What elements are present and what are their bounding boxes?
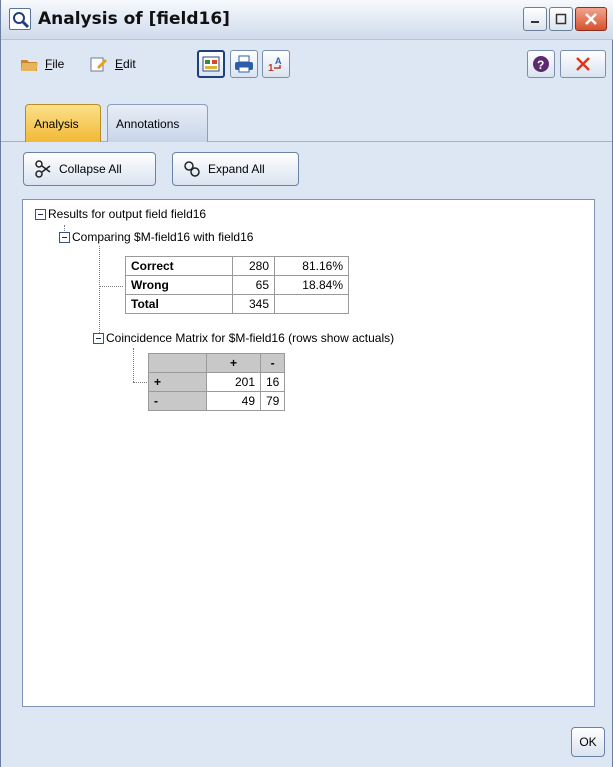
collapse-toggle-icon[interactable] [35, 208, 46, 220]
expand-all-label: Expand All [208, 162, 265, 176]
print-icon [235, 55, 253, 73]
window-close-button[interactable] [575, 7, 607, 31]
row-label: Total [125, 294, 233, 314]
expand-all-button[interactable]: Expand All [172, 152, 299, 186]
collapse-icon [35, 160, 51, 178]
matrix-header-row: + - [148, 353, 286, 373]
table-row: Total 345 [125, 294, 349, 314]
report-button[interactable] [197, 50, 225, 78]
row-percent: 18.84% [274, 275, 349, 295]
row-count: 345 [232, 294, 275, 314]
table-row: Correct 280 81.16% [125, 256, 349, 276]
tree-connector [133, 382, 147, 383]
tree-comparing-node[interactable]: Comparing $M-field16 with field16 [59, 230, 253, 244]
matrix-row: - 49 79 [148, 391, 286, 411]
row-label: Wrong [125, 275, 233, 295]
minimize-button[interactable] [523, 7, 547, 31]
row-percent [274, 294, 349, 314]
close-node-button[interactable] [560, 50, 606, 78]
edit-label-rest: dit [123, 57, 136, 71]
help-button[interactable]: ? [527, 50, 555, 78]
tree-connector [133, 348, 134, 382]
report-icon [202, 56, 220, 72]
row-label: Correct [125, 256, 233, 276]
print-button[interactable] [230, 50, 258, 78]
row-count: 280 [232, 256, 275, 276]
row-number-icon: 1 A [268, 56, 282, 74]
toolbar: File Edit 1 A ? [1, 40, 612, 96]
window-title: Analysis of [field16] [38, 9, 230, 29]
matrix-row-header: - [148, 391, 207, 411]
svg-text:A: A [275, 56, 282, 66]
matrix-cell: 16 [259, 372, 286, 392]
edit-mnemonic: E [115, 57, 124, 71]
matrix-col-header: - [259, 353, 286, 373]
matrix-cell: 201 [206, 372, 261, 392]
edit-menu[interactable]: Edit [89, 52, 136, 76]
tab-annotations[interactable]: Annotations [107, 104, 208, 142]
row-number-button[interactable]: 1 A [262, 50, 290, 78]
tree-coincidence-label: Coincidence Matrix for $M-field16 (rows … [106, 331, 395, 345]
file-icon [21, 60, 38, 71]
matrix-corner [148, 353, 207, 373]
collapse-toggle-icon[interactable] [59, 231, 70, 243]
edit-icon [90, 57, 107, 72]
table-row: Wrong 65 18.84% [125, 275, 349, 295]
file-mnemonic: F [45, 57, 53, 71]
close-icon [585, 13, 597, 25]
file-menu[interactable]: File [19, 52, 64, 76]
collapse-toggle-icon[interactable] [93, 332, 104, 344]
tab-strip: Analysis Annotations [1, 96, 612, 142]
magnifier-icon [9, 8, 31, 30]
coincidence-matrix: + - + 201 16 - 49 79 [148, 353, 286, 411]
tree-connector [99, 246, 100, 339]
row-count: 65 [232, 275, 275, 295]
ok-button[interactable]: OK [571, 727, 605, 757]
help-icon: ? [533, 56, 549, 72]
expand-icon [184, 161, 200, 177]
analysis-window: Analysis of [field16] File Edit 1 A ? An… [0, 0, 613, 767]
accuracy-table: Correct 280 81.16% Wrong 65 18.84% Total… [125, 256, 349, 314]
tree-root-label: Results for output field field16 [48, 207, 207, 221]
title-bar: Analysis of [field16] [1, 0, 613, 40]
svg-text:?: ? [537, 58, 544, 72]
file-label-rest: ile [52, 57, 65, 71]
close-x-icon [576, 57, 590, 71]
tree-connector [99, 286, 123, 287]
results-panel[interactable]: Results for output field field16 Compari… [22, 199, 595, 707]
maximize-icon [555, 13, 567, 25]
matrix-row-header: + [148, 372, 207, 392]
maximize-button[interactable] [549, 7, 573, 31]
tree-root-node[interactable]: Results for output field field16 [35, 207, 206, 221]
tree-coincidence-node[interactable]: Coincidence Matrix for $M-field16 (rows … [93, 331, 394, 345]
action-bar: Collapse All Expand All [1, 143, 612, 197]
matrix-cell: 49 [206, 391, 261, 411]
matrix-col-header: + [206, 353, 261, 373]
tree-comparing-label: Comparing $M-field16 with field16 [72, 230, 254, 244]
collapse-all-button[interactable]: Collapse All [23, 152, 156, 186]
svg-text:1: 1 [268, 63, 274, 74]
tab-analysis[interactable]: Analysis [25, 104, 101, 142]
matrix-cell: 79 [259, 391, 286, 411]
collapse-all-label: Collapse All [59, 162, 122, 176]
row-percent: 81.16% [274, 256, 349, 276]
matrix-row: + 201 16 [148, 372, 286, 392]
minimize-icon [531, 21, 539, 23]
